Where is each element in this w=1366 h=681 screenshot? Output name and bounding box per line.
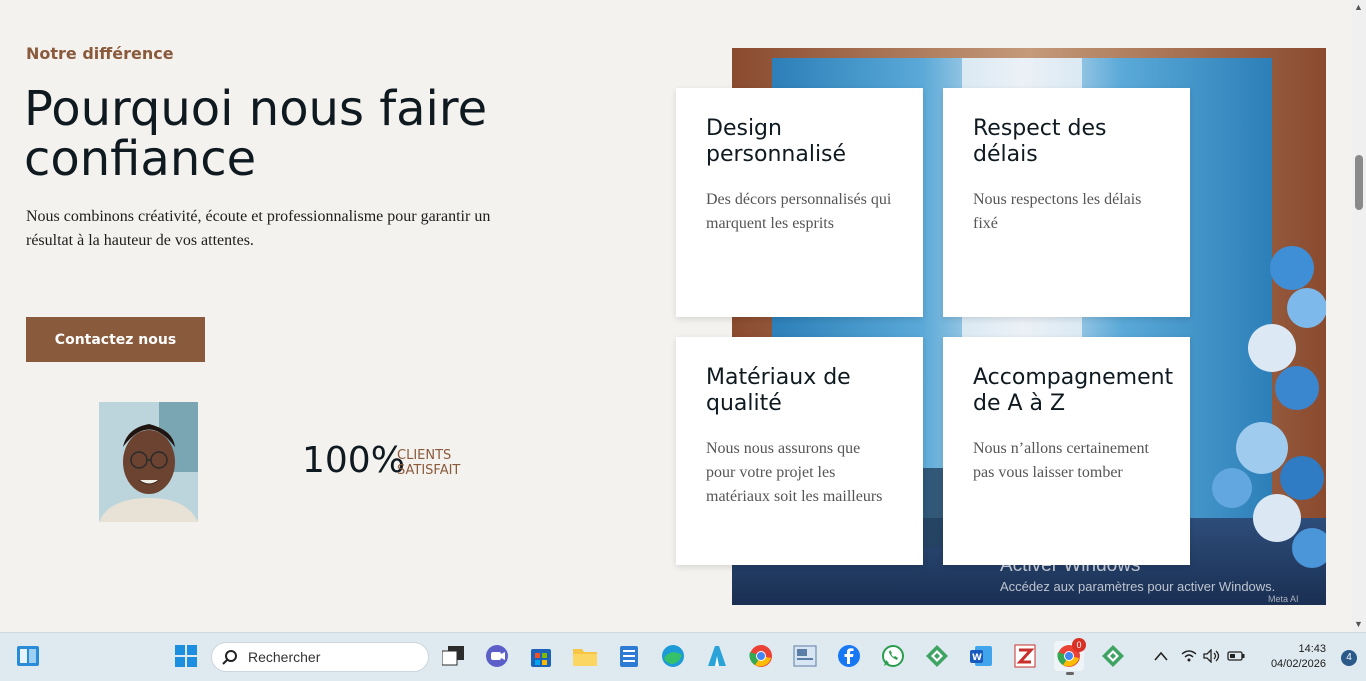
- scroll-down-icon[interactable]: ▼: [1354, 619, 1363, 629]
- chrome-icon[interactable]: [746, 641, 776, 671]
- card-text: Nous respectons les délais fixé: [973, 191, 1142, 232]
- watermark-title: Activer Windows: [1000, 555, 1141, 576]
- satisfaction-label: CLIENTS SATISFAIT: [397, 448, 460, 478]
- whatsapp-icon[interactable]: [878, 641, 908, 671]
- clock-time: 14:43: [1298, 643, 1326, 655]
- app-green2-icon[interactable]: [1098, 641, 1128, 671]
- file-explorer-icon[interactable]: [570, 641, 600, 671]
- meta-ai-mark: Meta AI: [1268, 594, 1299, 604]
- svg-text:W: W: [972, 653, 982, 663]
- card-title: Accompagnement de A à Z: [973, 365, 1174, 416]
- card-title: Design personnalisé: [706, 116, 847, 167]
- battery-icon[interactable]: [1221, 641, 1251, 671]
- notification-badge[interactable]: 4: [1341, 650, 1357, 666]
- active-indicator: [1066, 672, 1074, 675]
- card-accompagnement: Accompagnement de A à Z Nous n’allons ce…: [943, 337, 1190, 565]
- clock-date: 04/02/2026: [1270, 658, 1326, 670]
- satisfaction-label-line2: SATISFAIT: [397, 463, 461, 478]
- search-icon: [222, 650, 237, 665]
- card-title: Respect des délais: [973, 116, 1107, 167]
- page: Notre différence Pourquoi nous faire con…: [0, 0, 1366, 632]
- card-text: Des décors personnalisés qui marquent le…: [706, 191, 892, 232]
- scroll-thumb[interactable]: [1355, 155, 1363, 210]
- search-placeholder: Rechercher: [248, 649, 321, 665]
- client-avatar: [99, 402, 198, 522]
- app-icon[interactable]: [702, 641, 732, 671]
- chrome-profile-icon[interactable]: 0: [1054, 638, 1086, 675]
- card-design: Design personnalisé Des décors personnal…: [676, 88, 923, 317]
- intro-text: Nous combinons créativité, écoute et pro…: [26, 208, 491, 249]
- taskbar: Rechercher W 0 14:43 04/02/2026 4: [0, 632, 1366, 681]
- chrome-badge: 0: [1072, 638, 1086, 652]
- satisfaction-percentage: 100%: [302, 440, 405, 481]
- card-text: Nous nous assurons que pour votre projet…: [706, 440, 883, 505]
- section-eyebrow: Notre différence: [26, 44, 174, 63]
- card-materiaux: Matériaux de qualité Nous nous assurons …: [676, 337, 923, 565]
- card-delais: Respect des délais Nous respectons les d…: [943, 88, 1190, 317]
- taskbar-clock[interactable]: 14:43 04/02/2026: [1271, 642, 1326, 672]
- edge-icon[interactable]: [658, 641, 688, 671]
- page-scrollbar[interactable]: ▲ ▼: [1352, 0, 1366, 632]
- task-view-icon[interactable]: [438, 641, 468, 671]
- client-photo: [99, 402, 198, 522]
- word-icon[interactable]: W: [966, 641, 996, 671]
- teams-icon[interactable]: [482, 641, 512, 671]
- facebook-icon[interactable]: [834, 641, 864, 671]
- contact-button[interactable]: Contactez nous: [26, 317, 205, 362]
- windows-activation-watermark: Activer Windows Accédez aux paramètres p…: [1000, 555, 1275, 594]
- satisfaction-label-line1: CLIENTS: [397, 448, 452, 463]
- watermark-subtitle: Accédez aux paramètres pour activer Wind…: [1000, 579, 1276, 594]
- chevron-up-icon[interactable]: [1146, 641, 1176, 671]
- windows-start-icon[interactable]: [171, 641, 201, 671]
- widgets-icon[interactable]: [13, 641, 43, 671]
- card-text: Nous n’allons certainement pas vous lais…: [973, 440, 1149, 481]
- taskbar-search[interactable]: Rechercher: [211, 642, 429, 672]
- card-title: Matériaux de qualité: [706, 365, 851, 416]
- app-green-icon[interactable]: [922, 641, 952, 671]
- page-title: Pourquoi nous faire confiance: [24, 81, 488, 187]
- photos-icon[interactable]: [790, 641, 820, 671]
- store-icon[interactable]: [526, 641, 556, 671]
- zotero-icon[interactable]: [1010, 641, 1040, 671]
- scroll-up-icon[interactable]: ▲: [1354, 2, 1363, 12]
- notepad-icon[interactable]: [614, 641, 644, 671]
